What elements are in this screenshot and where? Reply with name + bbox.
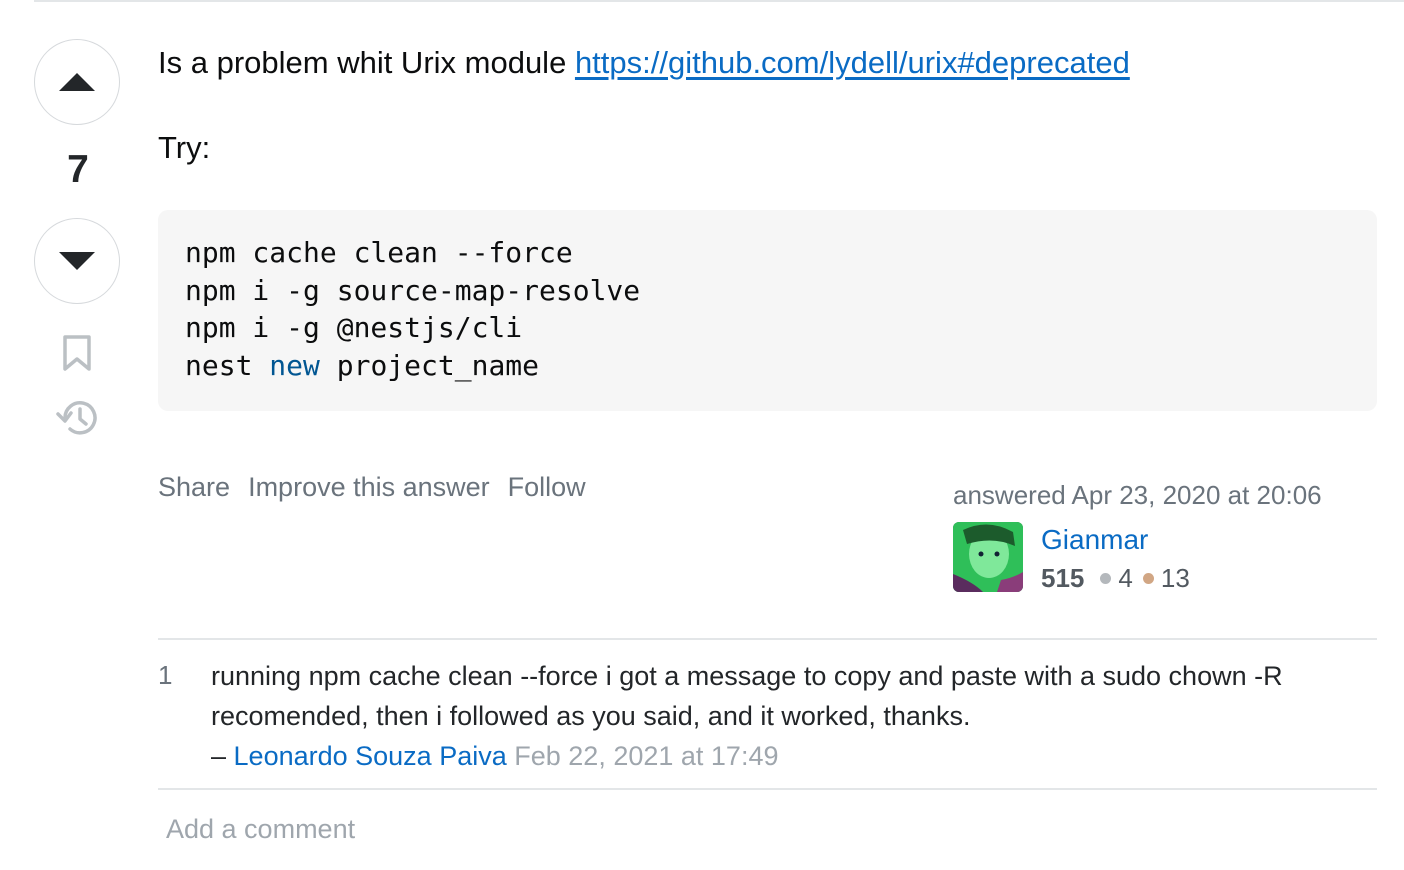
- user-name-link[interactable]: Gianmar: [1041, 524, 1148, 556]
- silver-badge-icon: [1100, 573, 1112, 584]
- follow-link[interactable]: Follow: [508, 472, 586, 503]
- code-line: npm i -g source-map-resolve: [185, 273, 641, 307]
- code-text: nest: [185, 348, 270, 382]
- code-line: npm cache clean --force: [185, 236, 573, 269]
- avatar[interactable]: [953, 522, 1023, 592]
- vote-count: 7: [67, 148, 89, 191]
- post-menu: Share Improve this answer Follow: [158, 472, 586, 503]
- answer-try-text: Try:: [158, 130, 211, 165]
- history-button[interactable]: [56, 397, 98, 439]
- comment-text: running npm cache clean --force i got a …: [211, 661, 1283, 731]
- comment-user-link[interactable]: Leonardo Souza Paiva: [234, 741, 507, 771]
- comment: running npm cache clean --force i got a …: [211, 656, 1351, 776]
- bookmark-button[interactable]: [56, 332, 98, 374]
- history-icon: [56, 401, 97, 435]
- add-comment-link[interactable]: Add a comment: [166, 814, 355, 845]
- downvote-button[interactable]: [34, 218, 120, 304]
- bronze-badge-count: 13: [1160, 563, 1190, 593]
- comments-bottom-divider: [158, 788, 1377, 790]
- answer-text: Is a problem whit Urix module: [158, 45, 575, 80]
- code-line: nest new project_name: [185, 349, 539, 382]
- share-link[interactable]: Share: [158, 472, 230, 503]
- silver-badge-count: 4: [1118, 563, 1133, 593]
- code-keyword: new: [269, 348, 320, 382]
- comment-dash: –: [211, 741, 234, 771]
- reputation-score: 515: [1041, 563, 1085, 593]
- answer-text-line: Is a problem whit Urix module https://gi…: [158, 45, 1130, 81]
- code-block: npm cache clean --force npm i -g source-…: [158, 210, 1377, 411]
- improve-answer-link[interactable]: Improve this answer: [248, 472, 490, 503]
- urix-deprecated-link[interactable]: https://github.com/lydell/urix#deprecate…: [575, 45, 1130, 80]
- triangle-up-icon: [59, 73, 95, 91]
- upvote-button[interactable]: [34, 39, 120, 125]
- comment-score: 1: [158, 660, 173, 690]
- bronze-badge-icon: [1142, 573, 1154, 584]
- comments-divider: [158, 638, 1377, 640]
- comment-date: Feb 22, 2021 at 17:49: [514, 741, 779, 771]
- user-reputation: 515 4 13: [1041, 563, 1190, 594]
- top-divider: [34, 0, 1404, 2]
- code-line: npm i -g @nestjs/cli: [185, 311, 523, 344]
- answered-time: answered Apr 23, 2020 at 20:06: [953, 480, 1322, 510]
- avatar-image: [953, 522, 1023, 592]
- code-text: project_name: [319, 348, 540, 382]
- bookmark-icon: [63, 335, 91, 371]
- triangle-down-icon: [59, 252, 95, 270]
